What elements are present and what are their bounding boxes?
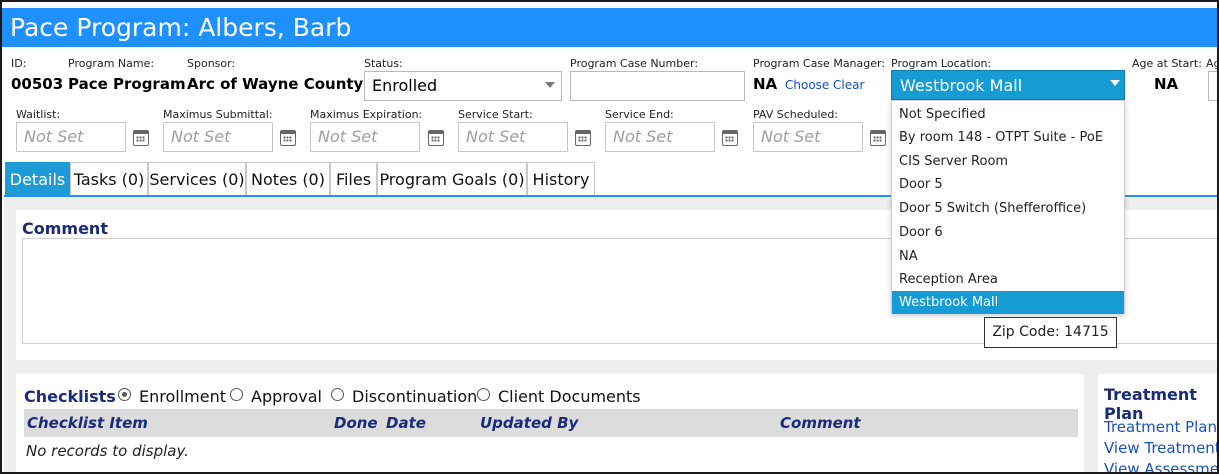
chevron-down-icon	[545, 82, 555, 88]
case-manager-label: Program Case Manager:	[753, 57, 886, 70]
page-title: Pace Program: Albers, Barb	[2, 8, 1217, 47]
radio-client-documents-label: Client Documents	[498, 387, 641, 406]
clear-link[interactable]: Clear	[833, 78, 864, 92]
id-value: 00503	[11, 75, 64, 93]
location-value: Westbrook Mall	[900, 76, 1023, 95]
waitlist-date-input[interactable]: Not Set	[16, 122, 126, 152]
calendar-icon[interactable]	[870, 130, 886, 146]
case-number-label: Program Case Number:	[570, 57, 699, 70]
service-end-input[interactable]: Not Set	[605, 122, 715, 152]
calendar-icon[interactable]	[575, 130, 591, 146]
service-start-input[interactable]: Not Set	[458, 122, 568, 152]
checklist-grid-header: Checklist Item Done Date Updated By Comm…	[24, 409, 1078, 437]
age-at-start-value: NA	[1154, 75, 1179, 93]
dropdown-option[interactable]: Door 5	[892, 173, 1124, 196]
tab-history[interactable]: History	[527, 162, 595, 196]
app-window: Pace Program: Albers, Barb ID: 00503 Pro…	[0, 0, 1219, 474]
tab-details[interactable]: Details	[5, 162, 70, 196]
age-input[interactable]	[1208, 71, 1217, 101]
column-date[interactable]: Date	[386, 414, 426, 432]
radio-approval[interactable]	[230, 388, 243, 401]
radio-enrollment-label: Enrollment	[139, 387, 226, 406]
maximus-submittal-label: Maximus Submittal:	[163, 108, 273, 121]
tab-notes[interactable]: Notes (0)	[246, 162, 330, 196]
location-label: Program Location:	[891, 57, 992, 70]
column-comment[interactable]: Comment	[780, 414, 861, 432]
service-end-label: Service End:	[605, 108, 674, 121]
pav-scheduled-input[interactable]: Not Set	[753, 122, 863, 152]
radio-approval-label: Approval	[251, 387, 322, 406]
calendar-icon[interactable]	[133, 130, 149, 146]
calendar-icon[interactable]	[428, 130, 444, 146]
dropdown-option-selected[interactable]: Westbrook Mall	[892, 291, 1124, 314]
age-at-start-label: Age at Start:	[1132, 57, 1202, 70]
radio-discontinuation-label: Discontinuation	[352, 387, 478, 406]
location-dropdown-list: Not Specified By room 148 - OTPT Suite -…	[891, 100, 1125, 314]
column-done[interactable]: Done	[334, 414, 378, 432]
maximus-expiration-label: Maximus Expiration:	[310, 108, 423, 121]
radio-client-documents[interactable]	[477, 388, 490, 401]
zip-code-tooltip: Zip Code: 14715	[984, 317, 1117, 348]
column-checklist-item[interactable]: Checklist Item	[27, 414, 148, 432]
dropdown-option[interactable]: Not Specified	[892, 103, 1124, 126]
calendar-icon[interactable]	[722, 130, 738, 146]
checklists-heading: Checklists	[24, 387, 116, 406]
tab-tasks[interactable]: Tasks (0)	[70, 162, 148, 196]
treatment-plan-link[interactable]: Treatment Plan S	[1104, 418, 1217, 436]
radio-discontinuation[interactable]	[331, 388, 344, 401]
view-treatment-link[interactable]: View Treatment P	[1104, 439, 1217, 457]
view-assessment-link[interactable]: View Assessment	[1104, 460, 1217, 472]
maximus-expiration-input[interactable]: Not Set	[310, 122, 420, 152]
no-records-message: No records to display.	[26, 442, 189, 460]
dropdown-option[interactable]: Reception Area	[892, 268, 1124, 291]
calendar-icon[interactable]	[280, 130, 296, 146]
service-start-label: Service Start:	[458, 108, 533, 121]
status-select[interactable]: Enrolled	[364, 71, 562, 101]
column-updated-by[interactable]: Updated By	[480, 414, 578, 432]
tab-program-goals[interactable]: Program Goals (0)	[377, 162, 527, 196]
location-select[interactable]: Westbrook Mall	[891, 70, 1125, 100]
tab-files[interactable]: Files	[330, 162, 377, 196]
dropdown-option[interactable]: By room 148 - OTPT Suite - PoE	[892, 126, 1124, 149]
dropdown-option[interactable]: CIS Server Room	[892, 150, 1124, 173]
status-value: Enrolled	[372, 76, 438, 95]
age-label-cut: Ag	[1206, 57, 1217, 70]
dropdown-option[interactable]: NA	[892, 245, 1124, 268]
case-manager-value: NA	[753, 75, 778, 93]
id-label: ID:	[11, 57, 27, 70]
comment-heading: Comment	[22, 219, 108, 238]
maximus-submittal-input[interactable]: Not Set	[163, 122, 273, 152]
sponsor-label: Sponsor:	[187, 57, 236, 70]
case-number-input[interactable]	[570, 71, 745, 101]
waitlist-label: Waitlist:	[16, 108, 61, 121]
radio-enrollment[interactable]	[118, 388, 131, 401]
tab-services[interactable]: Services (0)	[148, 162, 246, 196]
choose-link[interactable]: Choose	[785, 78, 829, 92]
dropdown-option[interactable]: Door 6	[892, 221, 1124, 244]
program-name-value: Pace Program	[68, 75, 186, 93]
program-name-label: Program Name:	[68, 57, 155, 70]
dropdown-option[interactable]: Door 5 Switch (Shefferoffice)	[892, 197, 1124, 220]
pav-scheduled-label: PAV Scheduled:	[753, 108, 839, 121]
status-label: Status:	[364, 57, 403, 70]
sponsor-value: Arc of Wayne County	[187, 75, 364, 93]
dropdown-arrow-icon	[1110, 80, 1120, 86]
